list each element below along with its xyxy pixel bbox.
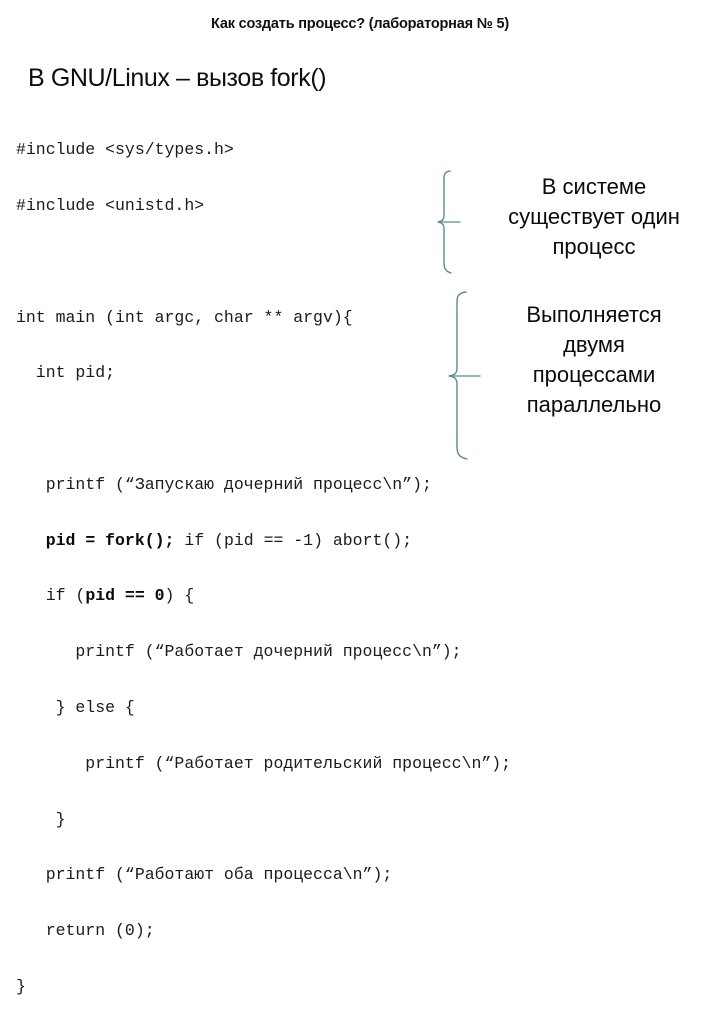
code-line: pid = fork(); if (pid == -1) abort();: [16, 530, 486, 551]
annotation-single-process: В системе существует один процесс: [508, 174, 680, 259]
code-line: #include <unistd.h>: [16, 195, 205, 215]
code-line: if (pid == 0) {: [16, 587, 486, 606]
code-fragment: ) {: [164, 586, 195, 606]
code-fragment: if (pid == -1) abort();: [174, 530, 413, 550]
code-fragment-bold: pid == 0: [85, 586, 165, 606]
code-line: } else {: [16, 698, 135, 717]
code-line: int main (int argc, char ** argv){: [16, 307, 353, 327]
code-line: int pid;: [16, 363, 116, 383]
code-line: printf (“Работают оба процесса\n”);: [16, 865, 393, 885]
code-fragment-bold: pid = fork();: [45, 530, 175, 550]
code-listing: #include <sys/types.h> #include <unistd.…: [16, 104, 512, 1034]
slide-canvas: Как создать процесс? (лабораторная № 5) …: [0, 0, 720, 996]
code-fragment: [16, 531, 46, 550]
code-line: }: [16, 976, 26, 996]
code-line: }: [16, 809, 66, 829]
annotation-two-processes: Выполняется двумя процессами параллельно: [526, 302, 662, 417]
page-title: Как создать процесс? (лабораторная № 5): [211, 16, 509, 32]
curly-brace-icon: [430, 170, 464, 274]
code-fragment: if (: [16, 586, 86, 606]
code-line: #include <sys/types.h>: [16, 140, 234, 160]
code-line: return (0);: [16, 921, 155, 941]
code-line: printf (“Работает дочерний процесс\n”);: [16, 642, 462, 662]
code-line: printf (“Запускаю дочерний процесс\n”);: [16, 474, 432, 494]
slide-subtitle: В GNU/Linux – вызов fork(): [28, 64, 327, 92]
code-line: printf (“Работает родительский процесс\n…: [16, 753, 512, 773]
